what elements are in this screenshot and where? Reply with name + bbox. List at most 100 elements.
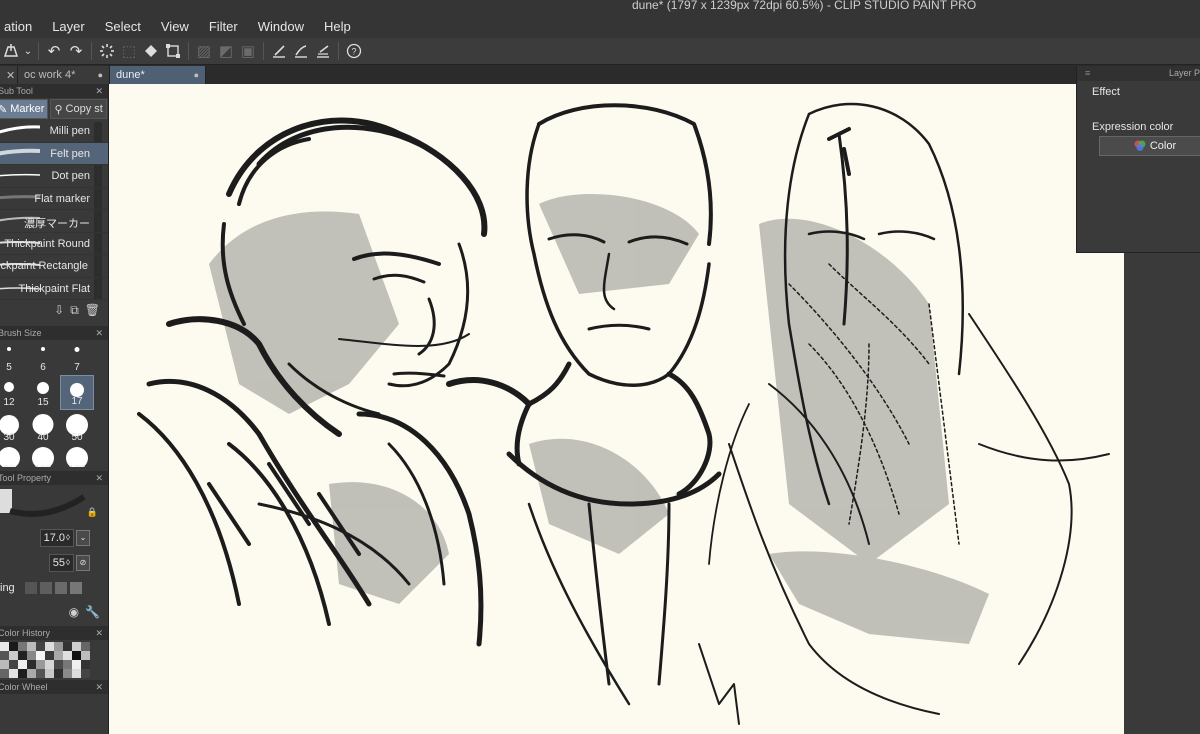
brush-size-12[interactable]: 12 [0, 375, 26, 410]
anti-alias-medium-icon[interactable] [54, 581, 67, 594]
anti-alias-strong-icon[interactable] [69, 581, 82, 594]
unsaved-dot-icon: ● [193, 70, 199, 80]
select-tool-icon[interactable] [0, 41, 22, 61]
brush-item-thick-marker[interactable]: 濃厚マーカー [0, 210, 108, 233]
menu-layer[interactable]: Layer [42, 19, 95, 34]
sub-tool-tabs: ✎ Marker ⚲ Copy st [0, 98, 108, 120]
close-all-tab[interactable]: ✕ [0, 66, 18, 84]
close-icon[interactable]: ✕ [95, 682, 103, 693]
brush-size-15[interactable]: 15 [26, 375, 60, 410]
size-label: 12 [3, 397, 15, 408]
help-icon[interactable]: ? [343, 41, 365, 61]
brush-item-thickpaint-flat[interactable]: Thickpaint Flat [0, 278, 108, 300]
tab-marker[interactable]: ✎ Marker [0, 99, 49, 119]
color-history-swatches[interactable] [0, 640, 108, 680]
brush-size-120[interactable]: 120 [60, 445, 94, 467]
brush-dot-icon [4, 382, 14, 392]
brush-item-milli-pen[interactable]: Milli pen [0, 120, 108, 143]
menu-select[interactable]: Select [95, 19, 151, 34]
close-icon[interactable]: ✕ [6, 69, 15, 82]
size-row: 17.0 ◊ ⌄ [0, 525, 108, 550]
redo-icon[interactable]: ↷ [65, 41, 87, 61]
brush-size-5[interactable]: 5 [0, 340, 26, 375]
layer-property-panel: ≡ Layer Prop Effect Expression color Col… [1076, 66, 1200, 253]
pressure-toggle-icon[interactable]: ⌄ [76, 529, 90, 546]
tool-property-header: Tool Property ✕ [0, 471, 108, 485]
menu-animation[interactable]: ation [0, 19, 42, 34]
size-value-field[interactable]: 17.0 ◊ [39, 528, 74, 547]
panel-title: Color Wheel [0, 682, 48, 692]
sub-tool-actions: ⇩ ⧉ 🗑 [0, 300, 108, 320]
ruler-pen-icon[interactable] [268, 41, 290, 61]
close-icon[interactable]: ✕ [95, 473, 103, 484]
tone-icon[interactable]: ▨ [193, 41, 215, 61]
expression-color-button[interactable]: Color [1099, 136, 1200, 156]
trash-icon[interactable]: 🗑 [85, 303, 100, 317]
brush-size-80[interactable]: 80 [0, 445, 26, 467]
menu-bar: dune* (1797 x 1239px 72dpi 60.5%) - CLIP… [0, 0, 1200, 39]
tab-label: oc work 4* [24, 69, 76, 81]
brush-label: Dot pen [51, 170, 90, 182]
loading-icon[interactable] [96, 41, 118, 61]
unsaved-dot-icon: ● [97, 70, 103, 80]
anti-alias-weak-icon[interactable] [39, 581, 52, 594]
anti-alias-options[interactable] [24, 581, 82, 594]
opacity-value: 55 [52, 556, 66, 569]
wrench-icon[interactable]: 🔧 [85, 605, 100, 619]
opacity-value-field[interactable]: 55 ◊ [48, 553, 74, 572]
menu-view[interactable]: View [151, 19, 199, 34]
brush-size-50[interactable]: 50 [60, 410, 94, 445]
chevron-down-icon[interactable]: ⌄ [22, 41, 34, 61]
brush-item-flat-marker[interactable]: Flat marker [0, 188, 108, 210]
tab-oc-work-4[interactable]: oc work 4* ● [18, 66, 110, 84]
brush-item-dot-pen[interactable]: Dot pen [0, 165, 108, 188]
tab-dune[interactable]: dune* ● [110, 66, 206, 84]
close-icon[interactable]: ✕ [95, 628, 103, 639]
panel-grip-icon[interactable]: ≡ [1085, 68, 1090, 78]
brush-size-30[interactable]: 30 [0, 410, 26, 445]
brush-item-thickpaint-round[interactable]: Thickpaint Round [0, 233, 108, 255]
menu-filter[interactable]: Filter [199, 19, 248, 34]
lock-icon[interactable]: 🔒 [87, 507, 98, 518]
command-bar: ⌄ ↶ ↷ ⬚ ▨ ◩ ▣ ? [0, 38, 1200, 65]
brush-item-thickpaint-rectangle[interactable]: Thickpaint Rectangle [0, 255, 108, 278]
window-title: dune* (1797 x 1239px 72dpi 60.5%) - CLIP… [632, 0, 977, 12]
canvas-area[interactable] [109, 84, 1200, 734]
close-icon[interactable]: ✕ [95, 86, 103, 97]
color-button-label: Color [1149, 140, 1177, 152]
brush-size-7[interactable]: 7 [60, 340, 94, 375]
brush-size-40[interactable]: 40 [26, 410, 60, 445]
undo-icon[interactable]: ↶ [43, 41, 65, 61]
import-icon[interactable]: ⇩ [54, 303, 64, 317]
border-icon[interactable]: ▣ [237, 41, 259, 61]
spinner-icon[interactable]: ◊ [66, 533, 70, 542]
fill-icon[interactable] [140, 41, 162, 61]
brush-item-felt-pen[interactable]: Felt pen [0, 142, 108, 165]
pressure-toggle-icon[interactable]: ⊘ [76, 554, 90, 571]
close-icon[interactable]: ✕ [95, 328, 103, 339]
curve-pen-icon[interactable] [290, 41, 312, 61]
brush-label: Milli pen [49, 125, 90, 137]
tool-property-actions: ◉ 🔧 [0, 600, 108, 624]
anti-alias-none-icon[interactable] [24, 581, 37, 594]
size-label: 17 [71, 396, 83, 407]
deselect-icon[interactable]: ⬚ [118, 41, 140, 61]
spinner-icon[interactable]: ◊ [66, 558, 70, 567]
brush-size-100[interactable]: 100 [26, 445, 60, 467]
gradient-icon[interactable]: ◩ [215, 41, 237, 61]
menu-help[interactable]: Help [314, 19, 361, 34]
menu-window[interactable]: Window [248, 19, 314, 34]
brush-size-17[interactable]: 17 [60, 375, 94, 410]
color-history-grid [0, 642, 90, 678]
snap-icon[interactable] [312, 41, 334, 61]
tab-copy-stamp[interactable]: ⚲ Copy st [50, 99, 107, 119]
brush-label: Thickpaint Flat [18, 282, 90, 295]
settings-icon[interactable]: ◉ [69, 605, 79, 619]
left-palette: Sub Tool ✕ ✎ Marker ⚲ Copy st Milli pen … [0, 84, 109, 734]
brush-size-6[interactable]: 6 [26, 340, 60, 375]
brush-stroke-preview [0, 148, 40, 155]
transform-icon[interactable] [162, 41, 184, 61]
panel-title: Sub Tool [0, 86, 33, 96]
drawing-canvas[interactable] [109, 84, 1124, 734]
duplicate-icon[interactable]: ⧉ [70, 303, 79, 318]
